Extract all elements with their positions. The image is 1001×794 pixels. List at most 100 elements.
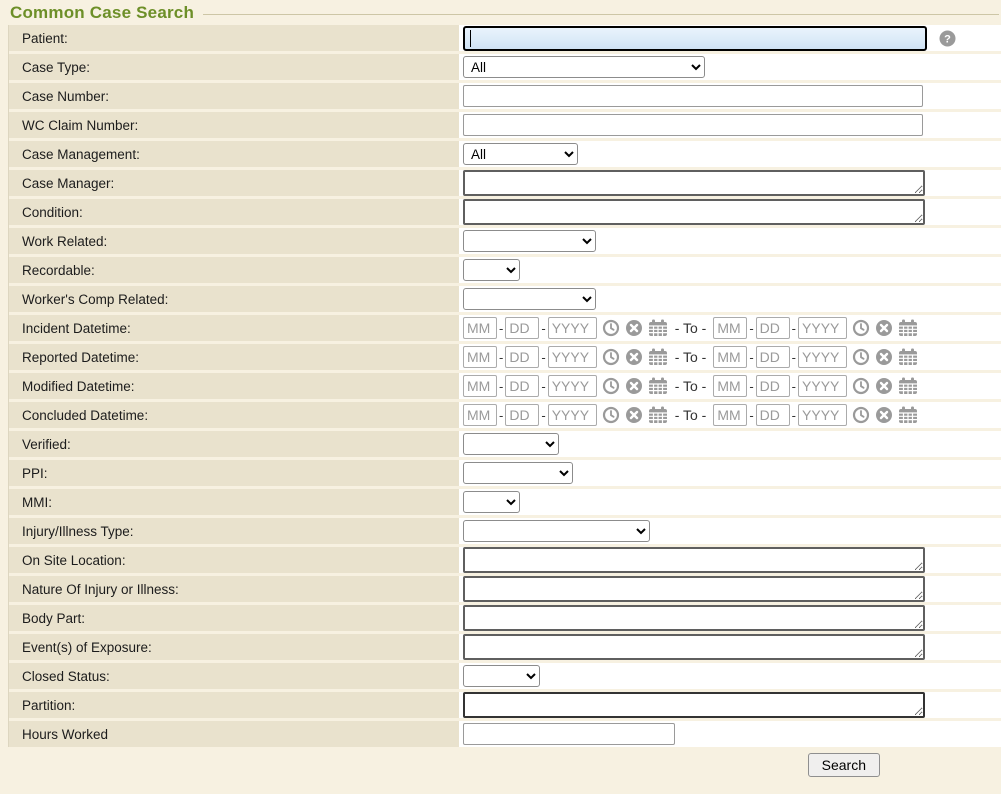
- field-verified-select[interactable]: [463, 433, 559, 455]
- field-reported-datetime-from-mm-input[interactable]: [463, 346, 497, 368]
- field-case-number-input[interactable]: [463, 85, 923, 107]
- clear-icon[interactable]: [875, 377, 893, 395]
- field-incident-datetime-from-dd-input[interactable]: [505, 317, 539, 339]
- clock-icon[interactable]: [602, 406, 620, 424]
- page-title: Common Case Search: [10, 3, 194, 23]
- label-verified: Verified:: [9, 431, 459, 457]
- clear-icon[interactable]: [875, 348, 893, 366]
- field-reported-datetime-to-dd-input[interactable]: [756, 346, 790, 368]
- field-workers-comp-related-select[interactable]: [463, 288, 596, 310]
- field-concluded-datetime-from-yyyy-input[interactable]: [548, 404, 597, 426]
- row-workers-comp-related: Worker's Comp Related:: [9, 286, 1001, 312]
- field-modified-datetime-from-dd-input[interactable]: [505, 375, 539, 397]
- field-wc-claim-number-input[interactable]: [463, 114, 923, 136]
- date-separator: -: [541, 408, 545, 423]
- field-incident-datetime-from-yyyy-input[interactable]: [548, 317, 597, 339]
- field-condition-textarea[interactable]: [463, 199, 925, 225]
- clear-icon[interactable]: [875, 319, 893, 337]
- clear-icon[interactable]: [875, 406, 893, 424]
- field-case-type-select[interactable]: All: [463, 56, 705, 78]
- fieldcell-wc-claim-number: [459, 112, 1001, 138]
- clock-icon[interactable]: [852, 319, 870, 337]
- field-concluded-datetime-to-mm-input[interactable]: [713, 404, 747, 426]
- search-button[interactable]: Search: [808, 753, 880, 777]
- field-reported-datetime-from-dd-input[interactable]: [505, 346, 539, 368]
- field-nature-of-injury-or-illness-textarea[interactable]: [463, 576, 925, 602]
- field-reported-datetime-to-mm-input[interactable]: [713, 346, 747, 368]
- field-concluded-datetime-from-dd-input[interactable]: [505, 404, 539, 426]
- clock-icon[interactable]: [602, 377, 620, 395]
- calendar-icon[interactable]: [898, 377, 918, 395]
- field-reported-datetime-to-yyyy-input[interactable]: [798, 346, 847, 368]
- calendar-icon[interactable]: [898, 406, 918, 424]
- calendar-icon[interactable]: [648, 319, 668, 337]
- field-work-related-select[interactable]: [463, 230, 596, 252]
- clear-icon[interactable]: [625, 377, 643, 395]
- field-closed-status-select[interactable]: [463, 665, 540, 687]
- clock-icon[interactable]: [852, 377, 870, 395]
- field-events-of-exposure-textarea[interactable]: [463, 634, 925, 660]
- field-partition-textarea[interactable]: [463, 692, 925, 718]
- row-work-related: Work Related:: [9, 228, 1001, 254]
- calendar-icon[interactable]: [898, 319, 918, 337]
- field-hours-worked-input[interactable]: [463, 723, 675, 745]
- form-legend: Common Case Search: [0, 0, 1001, 25]
- field-mmi-select[interactable]: [463, 491, 520, 513]
- field-modified-datetime-from-mm-input[interactable]: [463, 375, 497, 397]
- field-body-part-textarea[interactable]: [463, 605, 925, 631]
- clock-icon[interactable]: [852, 348, 870, 366]
- calendar-icon[interactable]: [648, 377, 668, 395]
- help-icon[interactable]: ?: [939, 30, 956, 47]
- calendar-icon[interactable]: [898, 348, 918, 366]
- fieldcell-concluded-datetime: --- To ---: [459, 402, 1001, 428]
- clock-icon[interactable]: [852, 406, 870, 424]
- label-hours-worked: Hours Worked: [9, 721, 459, 747]
- date-separator: -: [499, 379, 503, 394]
- clear-icon[interactable]: [625, 319, 643, 337]
- date-separator: -: [499, 350, 503, 365]
- field-concluded-datetime-from-mm-input[interactable]: [463, 404, 497, 426]
- label-on-site-location: On Site Location:: [9, 547, 459, 573]
- label-ppi: PPI:: [9, 460, 459, 486]
- calendar-icon[interactable]: [648, 348, 668, 366]
- field-case-management-select[interactable]: All: [463, 143, 578, 165]
- field-ppi-select[interactable]: [463, 462, 573, 484]
- clear-icon[interactable]: [625, 406, 643, 424]
- fieldcell-hours-worked: [459, 721, 1001, 747]
- field-modified-datetime-to-mm-input[interactable]: [713, 375, 747, 397]
- field-reported-datetime-from-yyyy-input[interactable]: [548, 346, 597, 368]
- field-incident-datetime-to-yyyy-input[interactable]: [798, 317, 847, 339]
- date-separator: -: [792, 408, 796, 423]
- date-range-to-label: - To -: [675, 378, 707, 394]
- field-modified-datetime-from-yyyy-input[interactable]: [548, 375, 597, 397]
- field-case-manager-textarea[interactable]: [463, 170, 925, 196]
- row-case-management: Case Management:All: [9, 141, 1001, 167]
- field-injury-illness-type-select[interactable]: [463, 520, 650, 542]
- row-hours-worked: Hours Worked: [9, 721, 1001, 747]
- field-on-site-location-textarea[interactable]: [463, 547, 925, 573]
- clock-icon[interactable]: [602, 319, 620, 337]
- row-recordable: Recordable:: [9, 257, 1001, 283]
- field-incident-datetime-to-mm-input[interactable]: [713, 317, 747, 339]
- row-ppi: PPI:: [9, 460, 1001, 486]
- clock-icon[interactable]: [602, 348, 620, 366]
- clear-icon[interactable]: [625, 348, 643, 366]
- date-range-to-label: - To -: [675, 407, 707, 423]
- fieldcell-case-management: All: [459, 141, 1001, 167]
- field-modified-datetime-to-yyyy-input[interactable]: [798, 375, 847, 397]
- field-recordable-select[interactable]: [463, 259, 520, 281]
- label-workers-comp-related: Worker's Comp Related:: [9, 286, 459, 312]
- row-wc-claim-number: WC Claim Number:: [9, 112, 1001, 138]
- field-modified-datetime-to-dd-input[interactable]: [756, 375, 790, 397]
- date-range-to-label: - To -: [675, 320, 707, 336]
- fieldcell-partition: [459, 692, 1001, 718]
- row-injury-illness-type: Injury/Illness Type:: [9, 518, 1001, 544]
- field-concluded-datetime-to-yyyy-input[interactable]: [798, 404, 847, 426]
- row-body-part: Body Part:: [9, 605, 1001, 631]
- calendar-icon[interactable]: [648, 406, 668, 424]
- row-nature-of-injury-or-illness: Nature Of Injury or Illness:: [9, 576, 1001, 602]
- field-patient-input[interactable]: [463, 26, 927, 51]
- field-incident-datetime-from-mm-input[interactable]: [463, 317, 497, 339]
- field-incident-datetime-to-dd-input[interactable]: [756, 317, 790, 339]
- field-concluded-datetime-to-dd-input[interactable]: [756, 404, 790, 426]
